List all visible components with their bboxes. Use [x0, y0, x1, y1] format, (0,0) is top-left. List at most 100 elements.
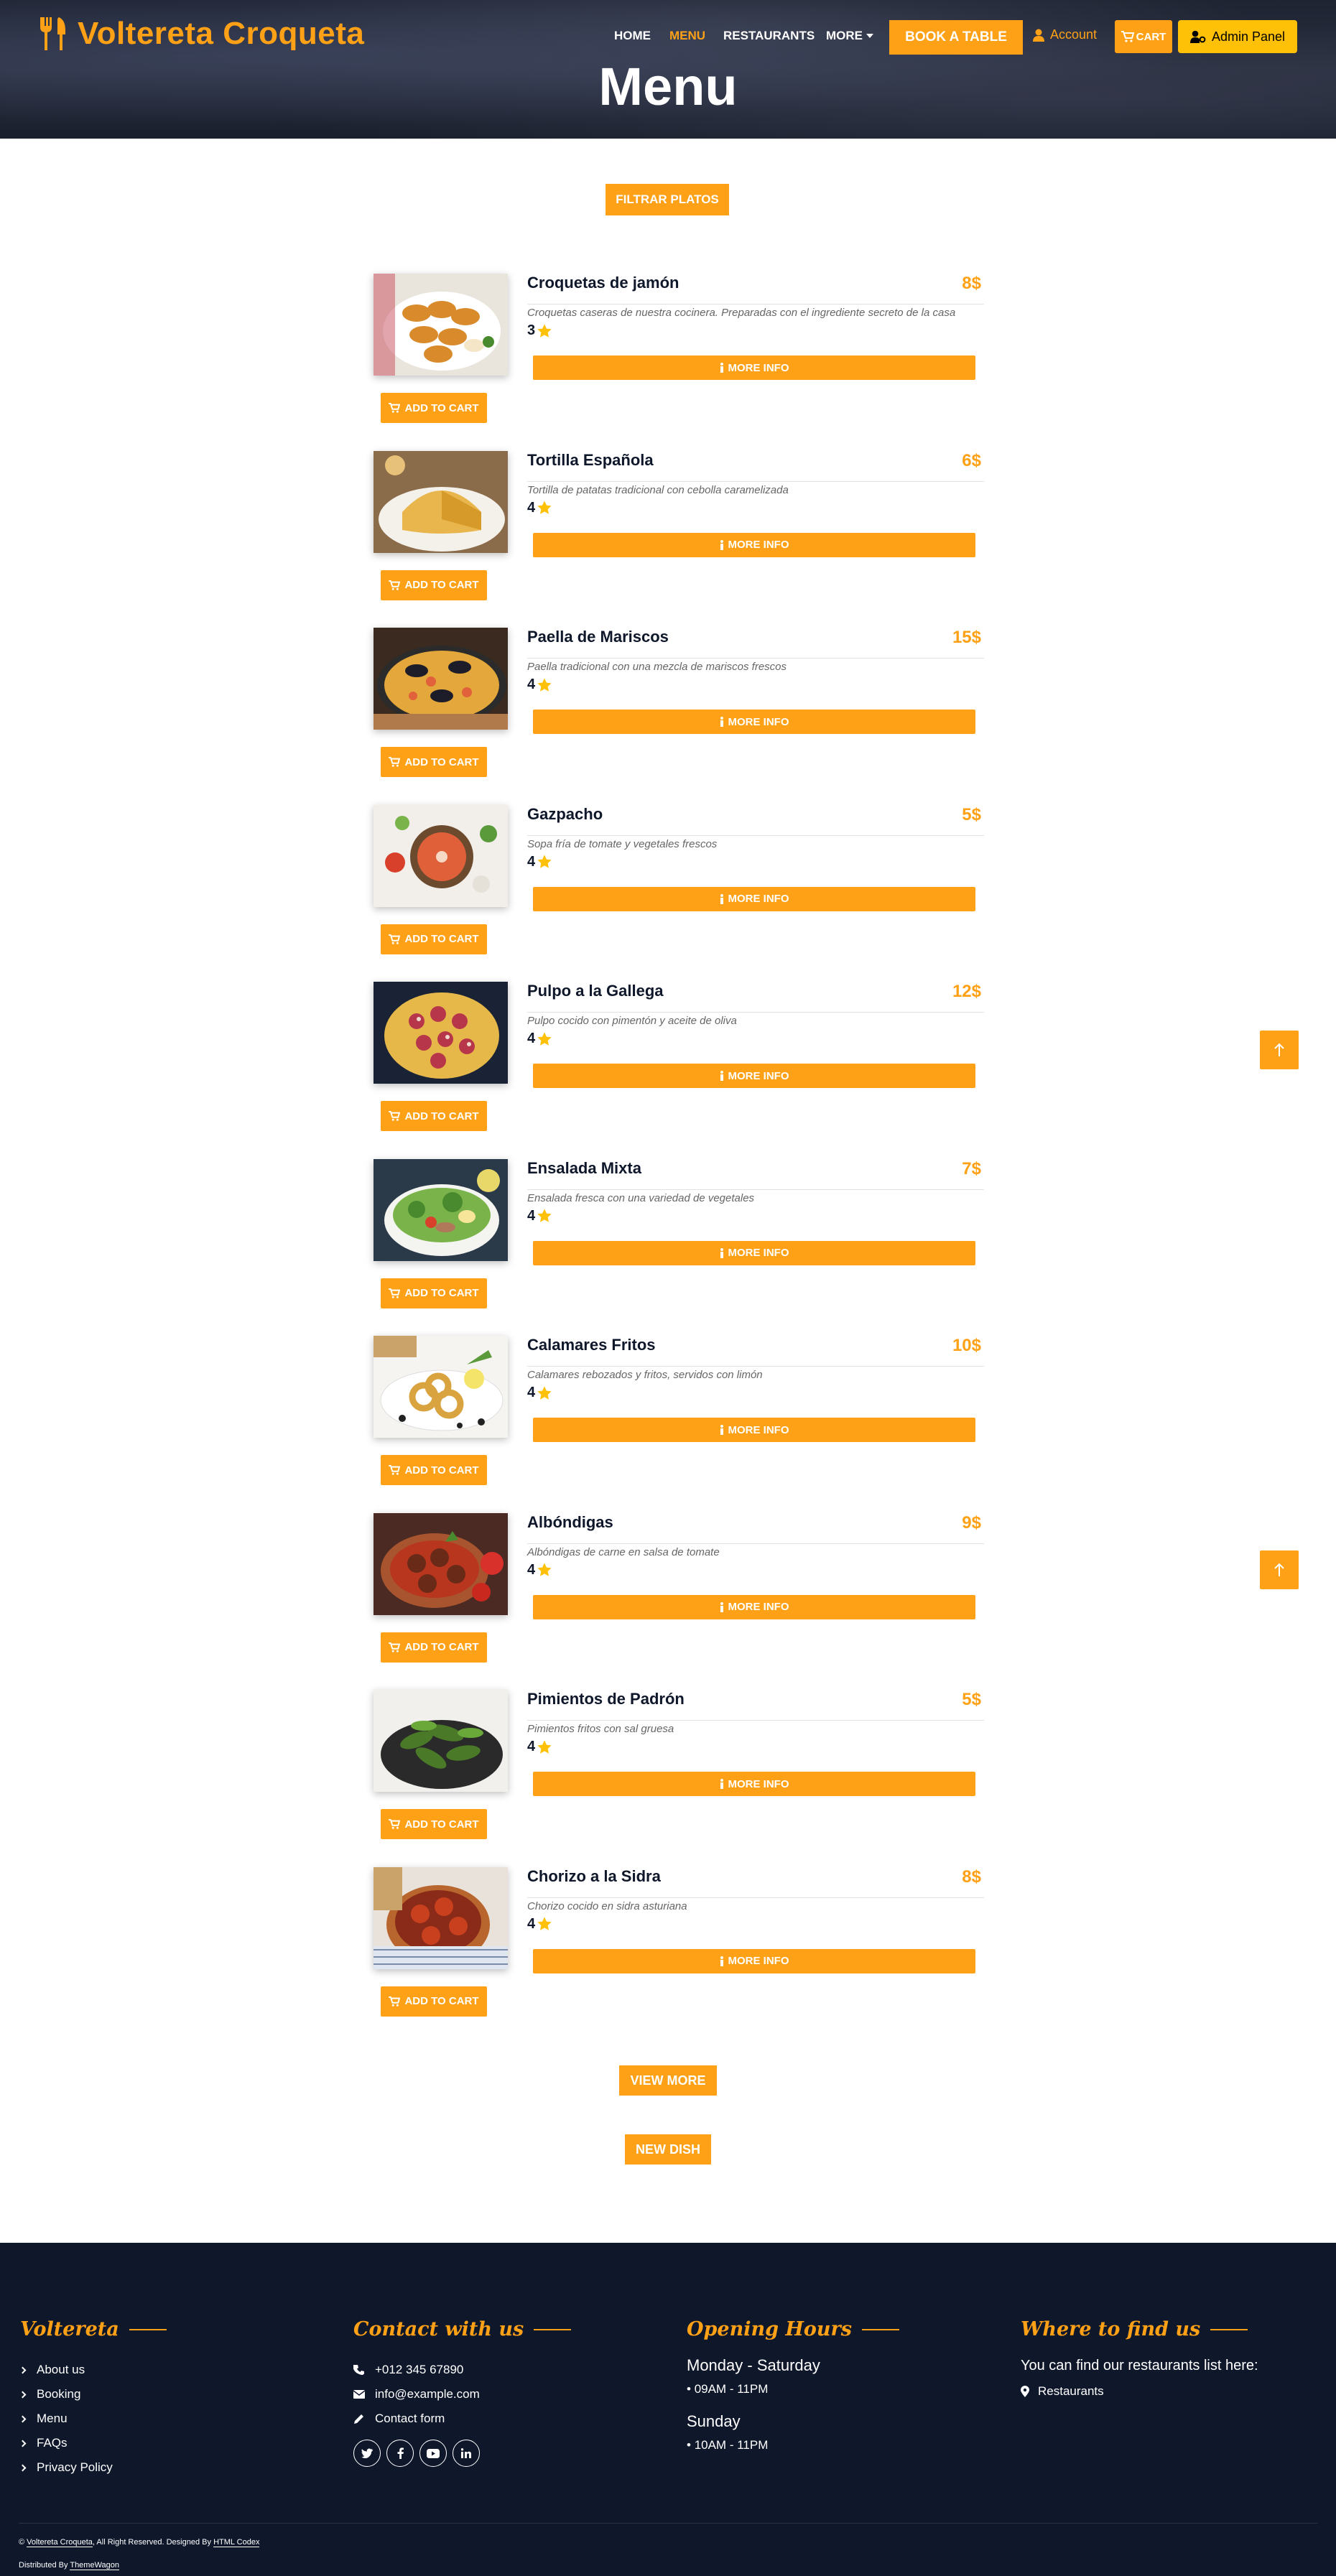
add-to-cart-button[interactable]: ADD TO CART	[381, 393, 487, 423]
back-to-top-button[interactable]	[1260, 1550, 1299, 1589]
cart-button[interactable]: CART	[1115, 20, 1172, 53]
nav-more: MORE	[826, 29, 863, 42]
more-info-button[interactable]: MORE INFO	[533, 886, 975, 911]
dish-description: Croquetas caseras de nuestra cocinera. P…	[527, 307, 956, 319]
star-icon	[537, 501, 552, 514]
footer-col-contact: Contact with us +012 345 67890 info@exam…	[353, 2318, 572, 2467]
add-to-cart-button[interactable]: ADD TO CART	[381, 747, 487, 777]
restaurants-link[interactable]: Restaurants	[1021, 2384, 1258, 2399]
footer-link-faqs[interactable]: FAQs	[19, 2431, 167, 2455]
dish-rating: 4	[527, 1385, 552, 1401]
divider	[527, 1366, 984, 1367]
facebook-icon[interactable]	[386, 2440, 414, 2467]
dish-image[interactable]	[374, 1866, 508, 1969]
dish-description: Tortilla de patatas tradicional con cebo…	[527, 483, 789, 496]
dish-image[interactable]	[374, 450, 508, 553]
dish-price: 12$	[952, 982, 981, 1001]
admin-panel-button[interactable]: Admin Panel	[1178, 20, 1297, 53]
footer-email[interactable]: info@example.com	[353, 2382, 571, 2407]
cart-icon	[389, 757, 401, 767]
more-info-button[interactable]: MORE INFO	[533, 1064, 975, 1088]
back-to-top-button[interactable]	[1260, 1031, 1299, 1069]
footer-link-booking[interactable]: Booking	[19, 2382, 167, 2407]
dish-image[interactable]	[374, 804, 508, 907]
copyright-brand-link[interactable]: Voltereta Croqueta	[27, 2538, 93, 2547]
distributor-link[interactable]: ThemeWagon	[70, 2561, 120, 2570]
footer-link-menu[interactable]: Menu	[19, 2407, 167, 2431]
twitter-icon[interactable]	[353, 2440, 381, 2467]
add-to-cart-button[interactable]: ADD TO CART	[381, 1278, 487, 1308]
add-to-cart-button[interactable]: ADD TO CART	[381, 1986, 487, 2017]
dish-rating: 4	[527, 1208, 552, 1224]
menu-item: Calamares Fritos 10$ Calamares rebozados y…	[374, 1336, 984, 1512]
dish-name: Pimientos de Padrón	[527, 1690, 685, 1708]
new-dish-button[interactable]: NEW DISH	[625, 2134, 711, 2165]
info-icon	[720, 1601, 723, 1612]
add-to-cart-button[interactable]: ADD TO CART	[381, 924, 487, 954]
footer-title: Voltereta	[20, 2318, 167, 2340]
caret-down-icon	[866, 34, 873, 38]
add-to-cart-button[interactable]: ADD TO CART	[381, 569, 487, 600]
user-icon	[1033, 29, 1044, 42]
book-table-button[interactable]: BOOK A TABLE	[889, 20, 1023, 55]
dish-name: Calamares Fritos	[527, 1336, 656, 1354]
dish-image[interactable]	[374, 1690, 508, 1792]
dish-image[interactable]	[374, 1512, 508, 1615]
find-us-text: You can find our restaurants list here:	[1021, 2358, 1258, 2373]
filter-dishes-button[interactable]: FILTRAR PLATOS	[606, 184, 729, 215]
linkedin-icon[interactable]	[453, 2440, 480, 2467]
cart-label: CART	[1136, 30, 1166, 43]
add-to-cart-button[interactable]: ADD TO CART	[381, 1809, 487, 1839]
divider	[527, 834, 984, 836]
more-info-button[interactable]: MORE INFO	[533, 1240, 975, 1265]
menu-item: Albóndigas 9$ Albóndigas de carne en salsa…	[374, 1512, 984, 1690]
nav-restaurants[interactable]: RESTAURANTS	[723, 29, 815, 43]
nav-more-dropdown[interactable]: MORE	[826, 29, 873, 43]
nav-menu[interactable]: MENU	[669, 29, 705, 43]
dish-image[interactable]	[374, 274, 508, 376]
dish-image[interactable]	[374, 1336, 508, 1438]
dish-description: Calamares rebozados y fritos, servidos c…	[527, 1369, 763, 1381]
dish-image[interactable]	[374, 982, 508, 1084]
cart-icon	[389, 934, 401, 944]
add-to-cart-button[interactable]: ADD TO CART	[381, 1455, 487, 1485]
youtube-icon[interactable]	[419, 2440, 447, 2467]
phone-icon	[353, 2365, 364, 2375]
dish-rating: 4	[527, 1031, 552, 1047]
divider	[527, 658, 984, 659]
star-icon	[537, 677, 552, 692]
more-info-button[interactable]: MORE INFO	[533, 710, 975, 734]
divider	[527, 1543, 984, 1544]
dish-price: 9$	[962, 1512, 981, 1533]
brand-logo[interactable]: Voltereta Croqueta	[37, 16, 364, 52]
menu-item: Croquetas de jamón 8$ Croquetas caseras de…	[374, 274, 984, 450]
dish-price: 15$	[952, 628, 981, 647]
footer-link-privacy[interactable]: Privacy Policy	[19, 2455, 167, 2480]
account-label: Account	[1050, 27, 1098, 42]
dish-image[interactable]	[374, 628, 508, 730]
more-info-button[interactable]: MORE INFO	[533, 1772, 975, 1796]
more-info-button[interactable]: MORE INFO	[533, 1594, 975, 1619]
dish-price: 5$	[962, 1690, 981, 1709]
account-link[interactable]: Account	[1033, 27, 1097, 42]
add-to-cart-button[interactable]: ADD TO CART	[381, 1632, 487, 1663]
more-info-button[interactable]: MORE INFO	[533, 355, 975, 380]
add-to-cart-button[interactable]: ADD TO CART	[381, 1101, 487, 1131]
view-more-button[interactable]: VIEW MORE	[619, 2065, 717, 2096]
footer-contact-form[interactable]: Contact form	[353, 2407, 571, 2431]
more-info-button[interactable]: MORE INFO	[533, 532, 975, 557]
star-icon	[537, 1563, 552, 1576]
pencil-icon	[354, 2414, 363, 2424]
nav-home[interactable]: HOME	[614, 29, 651, 43]
arrow-up-icon	[1274, 1563, 1284, 1576]
more-info-button[interactable]: MORE INFO	[533, 1418, 975, 1442]
footer-link-about[interactable]: About us	[19, 2358, 167, 2382]
designer-link[interactable]: HTML Codex	[213, 2538, 260, 2547]
info-icon	[720, 893, 723, 904]
more-info-button[interactable]: MORE INFO	[533, 1948, 975, 1973]
cart-icon	[389, 1642, 401, 1652]
page-header: Voltereta Croqueta HOME MENU RESTAURANTS…	[0, 0, 1336, 139]
menu-item: Pulpo a la Gallega 12$ Pulpo cocido con pi…	[374, 982, 984, 1158]
dish-image[interactable]	[374, 1158, 508, 1261]
chevron-right-icon	[19, 2464, 27, 2471]
